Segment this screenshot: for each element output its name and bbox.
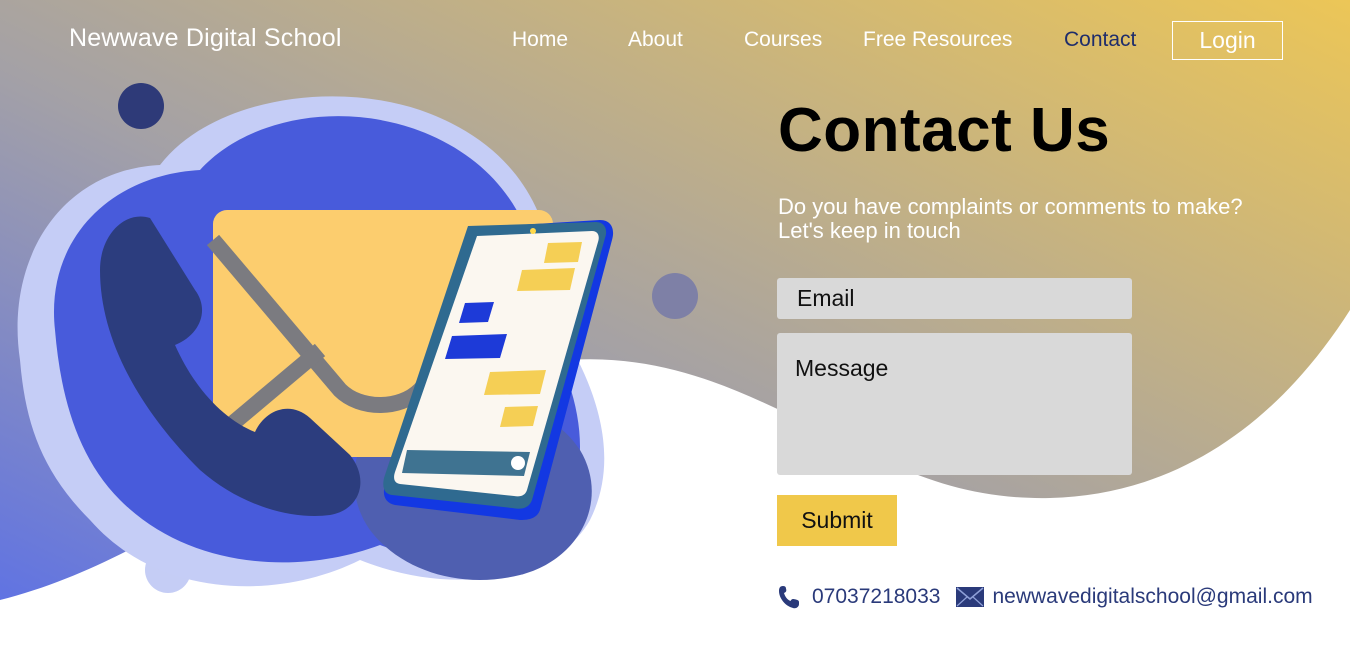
submit-button[interactable]: Submit [777, 495, 897, 546]
decor-dot [118, 83, 164, 129]
subtitle-line-1: Do you have complaints or comments to ma… [778, 194, 1243, 219]
page-subtitle: Do you have complaints or comments to ma… [778, 195, 1318, 243]
phone-icon [778, 585, 800, 609]
nav-contact[interactable]: Contact [1064, 28, 1136, 52]
email-field[interactable] [777, 278, 1132, 319]
nav-about[interactable]: About [628, 28, 683, 52]
main-nav: Home About Courses Free Resources Contac… [0, 0, 1350, 80]
page-title: Contact Us [778, 96, 1111, 165]
contact-illustration [17, 83, 698, 593]
envelope-icon [956, 587, 985, 607]
login-button[interactable]: Login [1172, 21, 1283, 60]
subtitle-line-2: Let's keep in touch [778, 218, 961, 243]
decor-dot [652, 273, 698, 319]
phone-number[interactable]: 07037218033 [812, 585, 940, 609]
nav-home[interactable]: Home [512, 28, 568, 52]
contact-info: 07037218033 newwavedigitalschool@gmail.c… [778, 582, 1313, 612]
nav-courses[interactable]: Courses [744, 28, 822, 52]
nav-free-resources[interactable]: Free Resources [863, 28, 1012, 52]
message-field[interactable] [777, 333, 1132, 475]
email-address[interactable]: newwavedigitalschool@gmail.com [992, 585, 1312, 609]
